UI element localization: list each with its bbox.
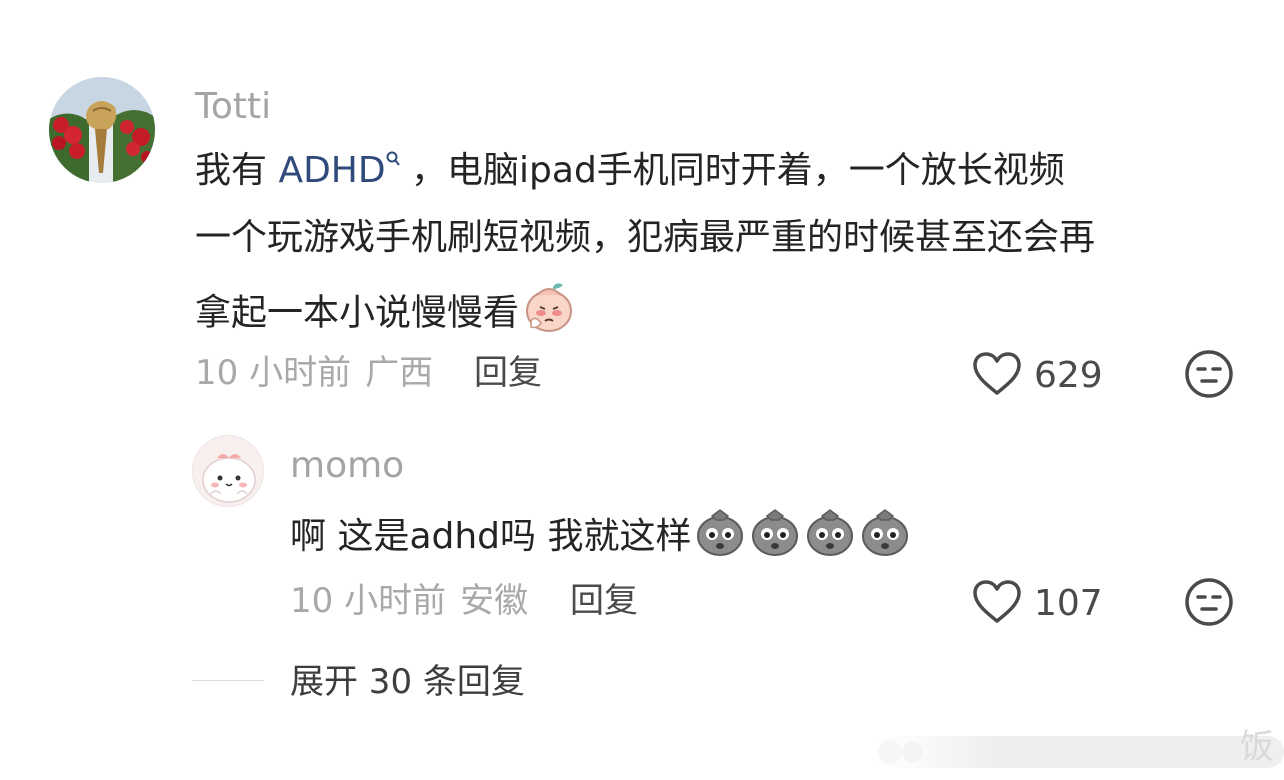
- reply-username[interactable]: momo: [290, 448, 404, 484]
- comment-text-fragment: 拿起一本小说慢慢看: [195, 292, 520, 334]
- comment-text-fragment: 我有: [195, 150, 279, 191]
- heart-icon: [973, 352, 1021, 395]
- reply-like-count: 107: [1034, 583, 1103, 624]
- comment-meta: 10 小时前 广西: [195, 356, 433, 390]
- search-mini-icon: [386, 151, 400, 172]
- expand-divider: [192, 680, 264, 681]
- mention-link[interactable]: ADHD: [278, 150, 400, 191]
- reply-like-button[interactable]: [972, 579, 1022, 629]
- avatar-photo: [49, 77, 155, 183]
- comment-location: 广西: [365, 353, 434, 393]
- watermark-text: 饭: [1240, 727, 1274, 767]
- heart-icon: [973, 580, 1021, 623]
- comment-text-line-2: 一个玩游戏手机刷短视频，犯病最严重的时候甚至还会再: [195, 217, 1096, 258]
- comment-text-line-1: 我有 ADHD ，电脑ipad手机同时开着，一个放长视频: [195, 150, 1065, 191]
- reply-reply-button[interactable]: 回复: [570, 584, 638, 618]
- reply-avatar[interactable]: [192, 435, 264, 507]
- flushed-sticker-icon: [523, 281, 575, 340]
- avatar[interactable]: [49, 77, 155, 183]
- reply-dislike-button[interactable]: [1184, 577, 1234, 631]
- reply-text-content: 啊 这是adhd吗 我就这样: [290, 516, 692, 557]
- reply-button[interactable]: 回复: [474, 356, 542, 390]
- meh-face-icon: [1185, 578, 1233, 626]
- like-button[interactable]: [972, 351, 1022, 401]
- grey-stone-sticker-icon: [752, 509, 799, 556]
- expand-replies-button[interactable]: 展开 30 条回复: [290, 665, 525, 699]
- watermark-bar: [872, 728, 1284, 776]
- comment-username[interactable]: Totti: [195, 89, 271, 125]
- comment-time: 10 小时前: [195, 353, 352, 393]
- grey-stone-sticker-icon: [697, 509, 744, 556]
- comment-text-line-3: 拿起一本小说慢慢看: [195, 283, 575, 344]
- reply-stickers: [691, 506, 911, 558]
- avatar-cartoon: [193, 436, 263, 506]
- dislike-button[interactable]: [1184, 349, 1234, 403]
- grey-stone-sticker-icon: [862, 509, 909, 556]
- comment-text-fragment: ，电脑ipad手机同时开着，一个放长视频: [399, 150, 1065, 191]
- reply-time: 10 小时前: [290, 581, 447, 621]
- reply-text: 啊 这是adhd吗 我就这样: [290, 509, 911, 564]
- like-count: 629: [1034, 355, 1103, 396]
- meh-face-icon: [1185, 350, 1233, 398]
- mention-text: ADHD: [278, 150, 386, 191]
- grey-stone-sticker-icon: [807, 509, 854, 556]
- reply-meta: 10 小时前 安徽: [290, 584, 528, 618]
- reply-location: 安徽: [460, 581, 529, 621]
